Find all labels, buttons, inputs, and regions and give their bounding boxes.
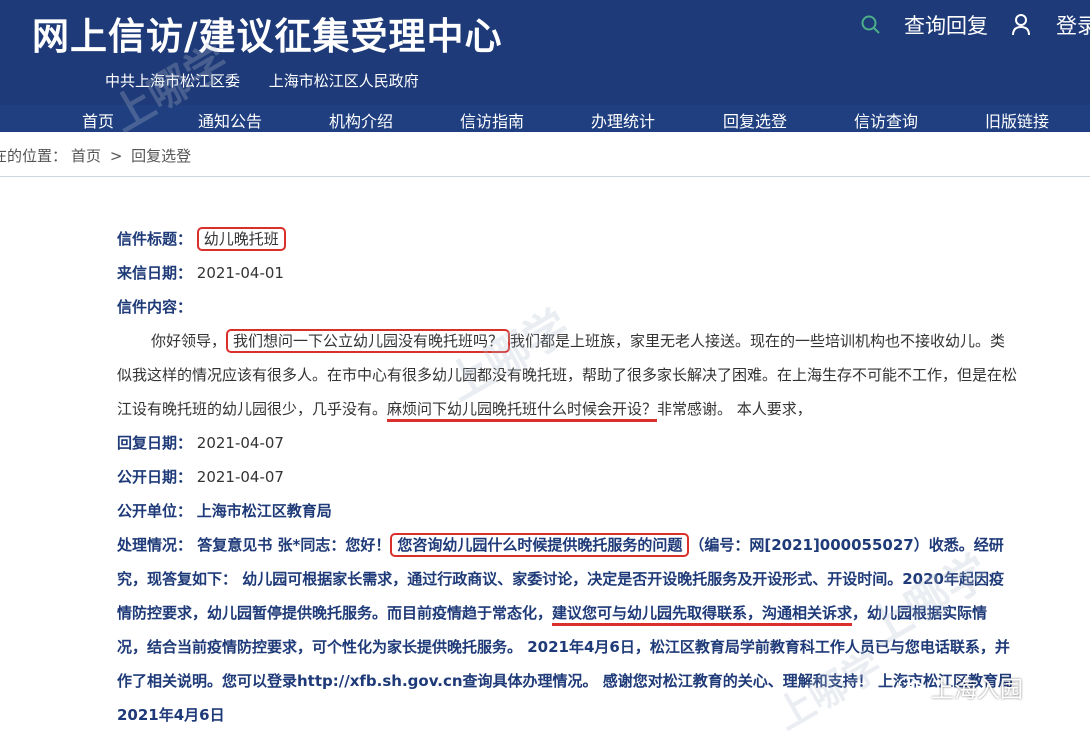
wechat-icon: [898, 676, 924, 697]
site-title: 网上信访/建议征集受理中心: [32, 15, 503, 58]
breadcrumb-prefix: 在的位置：: [0, 147, 68, 165]
link-district-government[interactable]: 上海市松江区人民政府: [269, 72, 419, 90]
brand-text: 上海入园: [931, 677, 1023, 703]
reply-date-row: 回复日期： 2021-04-07: [117, 426, 1017, 460]
main-nav: 首页 通知公告 机构介绍 信访指南 办理统计 回复选登 信访查询 旧版链接: [0, 105, 1090, 132]
handling-body: 处理情况： 答复意见书 张*同志：您好！ 您咨询幼儿园什么时候提供晚托服务的问题（…: [117, 528, 1017, 732]
letter-date-label: 来信日期：: [117, 264, 193, 282]
public-unit-value: 上海市松江区教育局: [196, 502, 332, 520]
breadcrumb-separator: >: [109, 147, 123, 165]
public-date-label: 公开日期：: [117, 468, 193, 486]
letter-date-value: 2021-04-01: [196, 264, 284, 282]
public-unit-row: 公开单位： 上海市松江区教育局: [117, 494, 1017, 528]
breadcrumb: 在的位置：首页 > 回复选登: [0, 145, 195, 166]
letter-content-label: 信件内容：: [117, 298, 193, 316]
nav-item-guide[interactable]: 信访指南: [460, 108, 524, 132]
nav-item-old-version[interactable]: 旧版链接: [985, 108, 1049, 132]
sub-links: 中共上海市松江区委 上海市松江区人民政府: [105, 70, 443, 91]
letter-content-question-2: 麻烦问下幼儿园晚托班什么时候会开设？: [387, 400, 658, 422]
letter-title-row: 信件标题： 幼儿晚托班: [117, 222, 1017, 256]
search-icon[interactable]: [860, 14, 882, 36]
query-reply-link[interactable]: 查询回复: [904, 10, 988, 40]
handling-intro: 答复意见书 张*同志：您好！: [197, 536, 391, 554]
handling-question: 您咨询幼儿园什么时候提供晚托服务的问题: [390, 533, 690, 557]
divider: [0, 176, 1090, 177]
handling-label: 处理情况：: [117, 536, 193, 554]
login-link[interactable]: 登录: [1056, 10, 1090, 40]
letter-detail: 信件标题： 幼儿晚托班 来信日期： 2021-04-01 信件内容： 你好领导，…: [117, 222, 1017, 732]
user-icon[interactable]: [1010, 13, 1032, 37]
nav-item-about[interactable]: 机构介绍: [329, 108, 393, 132]
site-header: 网上信访/建议征集受理中心 中共上海市松江区委 上海市松江区人民政府 查询回复 …: [0, 0, 1090, 105]
nav-item-statistics[interactable]: 办理统计: [591, 108, 655, 132]
nav-item-home[interactable]: 首页: [82, 108, 114, 132]
letter-date-row: 来信日期： 2021-04-01: [117, 256, 1017, 290]
header-actions: 查询回复 登录: [860, 8, 1090, 42]
nav-item-query[interactable]: 信访查询: [854, 108, 918, 132]
public-date-row: 公开日期： 2021-04-07: [117, 460, 1017, 494]
letter-content-body: 你好领导， 我们想问一下公立幼儿园没有晚托班吗？ 我们都是上班族，家里无老人接送。现…: [117, 324, 1017, 426]
nav-item-notices[interactable]: 通知公告: [198, 108, 262, 132]
letter-content-question-1: 我们想问一下公立幼儿园没有晚托班吗？: [226, 329, 511, 353]
handling-suggestion: 建议您可与幼儿园先取得联系，沟通相关诉求: [552, 604, 853, 626]
letter-title-label: 信件标题：: [117, 230, 193, 248]
public-unit-label: 公开单位：: [117, 502, 193, 520]
breadcrumb-current[interactable]: 回复选登: [131, 147, 191, 165]
reply-date-label: 回复日期：: [117, 434, 193, 452]
letter-content-end: 非常感谢。 本人要求，: [657, 400, 812, 418]
reply-date-value: 2021-04-07: [196, 434, 284, 452]
nav-item-replies[interactable]: 回复选登: [723, 108, 787, 132]
letter-content-label-row: 信件内容：: [117, 290, 1017, 324]
breadcrumb-home[interactable]: 首页: [71, 147, 101, 165]
brand-watermark: 上海入园: [897, 670, 1023, 704]
letter-content-greeting: 你好领导，: [151, 332, 227, 350]
letter-title-value: 幼儿晚托班: [196, 227, 286, 251]
public-date-value: 2021-04-07: [196, 468, 284, 486]
link-district-committee[interactable]: 中共上海市松江区委: [105, 72, 240, 90]
